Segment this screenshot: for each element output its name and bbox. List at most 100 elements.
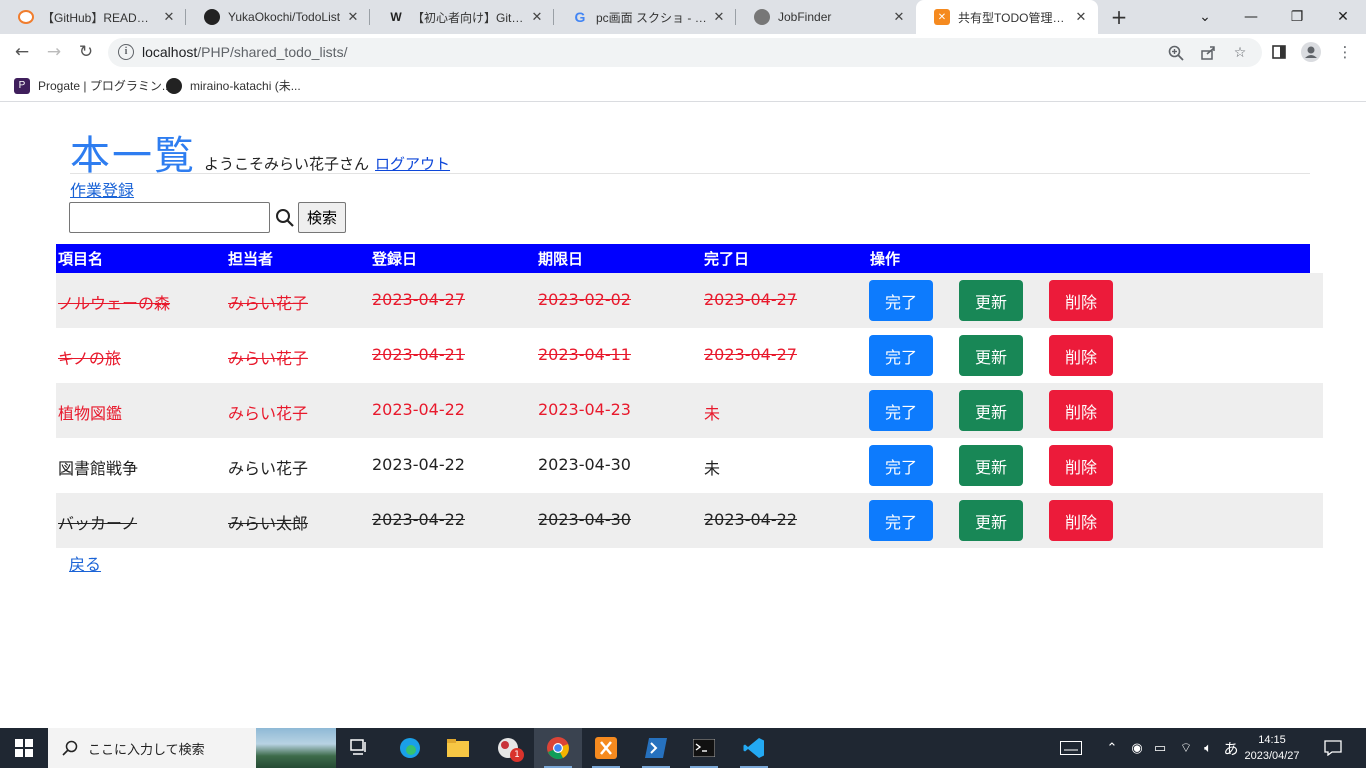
xampp-favicon-icon: ✕ bbox=[934, 9, 950, 25]
register-task-link[interactable]: 作業登録 bbox=[70, 177, 134, 201]
taskbar-search-placeholder: ここに入力して検索 bbox=[88, 742, 205, 758]
delete-button[interactable]: 削除 bbox=[1049, 335, 1113, 376]
tab-google-search[interactable]: G pc画面 スクショ - Goog ✕ bbox=[554, 0, 736, 34]
tab-github-todolist[interactable]: YukaOkochi/TodoList ✕ bbox=[186, 0, 370, 34]
back-arrow-icon[interactable]: ← bbox=[9, 39, 35, 65]
header-assignee: 担当者 bbox=[228, 250, 274, 268]
app-badge-icon[interactable]: 1 bbox=[484, 728, 532, 768]
close-icon[interactable]: ✕ bbox=[162, 9, 176, 25]
close-icon[interactable]: ✕ bbox=[346, 9, 360, 25]
cell-completed: 未 bbox=[704, 404, 721, 423]
windows-start-icon[interactable] bbox=[0, 728, 48, 768]
welcome-text: ようこそみらい花子さん bbox=[204, 155, 370, 173]
update-button[interactable]: 更新 bbox=[959, 280, 1023, 321]
cell-registered: 2023-04-22 bbox=[372, 510, 465, 529]
chrome-icon[interactable] bbox=[534, 728, 582, 768]
table-row: バッカーノ みらい太郎 2023-04-22 2023-04-30 2023-0… bbox=[56, 493, 1323, 548]
battery-icon[interactable]: ▭ bbox=[1150, 728, 1170, 768]
window-close-button[interactable]: ✕ bbox=[1320, 0, 1366, 34]
close-icon[interactable]: ✕ bbox=[530, 9, 544, 25]
volume-icon[interactable]: 🔈︎ bbox=[1198, 728, 1218, 768]
edge-icon[interactable] bbox=[386, 728, 434, 768]
complete-button[interactable]: 完了 bbox=[869, 500, 933, 541]
profile-avatar-icon[interactable] bbox=[1300, 41, 1322, 63]
taskbar-clock[interactable]: 14:15 2023/04/27 bbox=[1240, 732, 1304, 764]
file-explorer-icon[interactable] bbox=[434, 728, 482, 768]
chevron-up-icon[interactable]: ⌃ bbox=[1102, 728, 1122, 768]
new-tab-button[interactable]: + bbox=[1106, 4, 1132, 30]
address-bar[interactable]: i localhost/PHP/shared_todo_lists/ ☆ bbox=[108, 38, 1262, 67]
header-item-name: 項目名 bbox=[58, 250, 104, 268]
tab-github-beginner[interactable]: W 【初心者向け】GitHubの ✕ bbox=[370, 0, 554, 34]
table-row: ノルウェーの森 みらい花子 2023-04-27 2023-02-02 2023… bbox=[56, 273, 1323, 328]
share-icon[interactable] bbox=[1198, 43, 1218, 63]
search-icon[interactable] bbox=[274, 207, 296, 229]
update-button[interactable]: 更新 bbox=[959, 500, 1023, 541]
cell-item: ノルウェーの森 bbox=[58, 294, 171, 313]
forward-arrow-icon[interactable]: → bbox=[41, 39, 67, 65]
cell-assignee: みらい花子 bbox=[228, 459, 309, 478]
search-input[interactable] bbox=[69, 202, 270, 233]
tab-search-button[interactable]: ⌄ bbox=[1182, 0, 1228, 34]
cell-completed: 2023-04-22 bbox=[704, 510, 797, 529]
tab-readme[interactable]: 【GitHub】READMEって何 ✕ bbox=[0, 0, 186, 34]
close-icon[interactable]: ✕ bbox=[892, 9, 906, 25]
side-panel-icon[interactable] bbox=[1268, 41, 1290, 63]
close-icon[interactable]: ✕ bbox=[1074, 9, 1088, 25]
terminal-icon[interactable] bbox=[680, 728, 728, 768]
logout-link[interactable]: ログアウト bbox=[375, 153, 450, 174]
cell-item: 図書館戦争 bbox=[58, 459, 139, 478]
cell-deadline: 2023-04-30 bbox=[538, 510, 631, 529]
bookmark-label: Progate | プログラミン... bbox=[38, 79, 172, 93]
bookmark-miraino[interactable]: miraino-katachi (未... bbox=[166, 77, 301, 94]
vscode-icon[interactable] bbox=[730, 728, 778, 768]
complete-button[interactable]: 完了 bbox=[869, 335, 933, 376]
bookmark-star-icon[interactable]: ☆ bbox=[1230, 43, 1250, 63]
tab-title: 【GitHub】READMEって何 bbox=[42, 10, 158, 25]
maximize-button[interactable]: ❐ bbox=[1274, 0, 1320, 34]
complete-button[interactable]: 完了 bbox=[869, 390, 933, 431]
bookmark-progate[interactable]: P Progate | プログラミン... bbox=[14, 77, 172, 94]
notification-center-icon[interactable] bbox=[1318, 728, 1348, 768]
search-button[interactable]: 検索 bbox=[298, 202, 347, 233]
cell-completed: 2023-04-27 bbox=[704, 345, 797, 364]
xampp-icon[interactable] bbox=[582, 728, 630, 768]
reload-icon[interactable]: ↻ bbox=[73, 39, 99, 65]
cell-item: 植物図鑑 bbox=[58, 404, 123, 423]
back-link[interactable]: 戻る bbox=[69, 551, 101, 575]
meet-now-icon[interactable]: ◉ bbox=[1128, 728, 1146, 768]
search-icon bbox=[62, 740, 78, 756]
complete-button[interactable]: 完了 bbox=[869, 445, 933, 486]
cell-deadline: 2023-04-23 bbox=[538, 400, 631, 419]
delete-button[interactable]: 削除 bbox=[1049, 500, 1113, 541]
site-info-icon[interactable]: i bbox=[118, 44, 134, 60]
delete-button[interactable]: 削除 bbox=[1049, 445, 1113, 486]
cell-registered: 2023-04-27 bbox=[372, 290, 465, 309]
taskbar-search-box[interactable]: ここに入力して検索 bbox=[48, 728, 336, 768]
zoom-icon[interactable] bbox=[1166, 43, 1186, 63]
kebab-menu-icon[interactable]: ⋮ bbox=[1334, 41, 1356, 63]
cell-item: バッカーノ bbox=[58, 514, 138, 533]
tab-title: YukaOkochi/TodoList bbox=[228, 10, 341, 24]
tab-shared-todo[interactable]: ✕ 共有型TODO管理アプリ ✕ bbox=[916, 0, 1098, 34]
update-button[interactable]: 更新 bbox=[959, 335, 1023, 376]
table-row: 植物図鑑 みらい花子 2023-04-22 2023-04-23 未 完了 更新… bbox=[56, 383, 1323, 438]
tab-jobfinder[interactable]: JobFinder ✕ bbox=[736, 0, 916, 34]
minimize-button[interactable]: — bbox=[1228, 0, 1274, 34]
update-button[interactable]: 更新 bbox=[959, 445, 1023, 486]
table-header: 項目名 担当者 登録日 期限日 完了日 操作 bbox=[56, 244, 1310, 273]
cell-deadline: 2023-02-02 bbox=[538, 290, 631, 309]
github-favicon-icon bbox=[204, 9, 220, 25]
complete-button[interactable]: 完了 bbox=[869, 280, 933, 321]
browser-toolbar: ← → ↻ i localhost/PHP/shared_todo_lists/… bbox=[0, 34, 1366, 70]
keyboard-icon[interactable] bbox=[1056, 728, 1086, 768]
delete-button[interactable]: 削除 bbox=[1049, 280, 1113, 321]
wifi-icon[interactable]: ⌔ bbox=[1176, 728, 1196, 768]
close-icon[interactable]: ✕ bbox=[712, 9, 726, 25]
ime-indicator[interactable]: あ bbox=[1220, 728, 1242, 768]
url-text[interactable]: localhost/PHP/shared_todo_lists/ bbox=[142, 44, 347, 60]
powershell-icon[interactable] bbox=[632, 728, 680, 768]
task-view-icon[interactable] bbox=[336, 728, 384, 768]
delete-button[interactable]: 削除 bbox=[1049, 390, 1113, 431]
update-button[interactable]: 更新 bbox=[959, 390, 1023, 431]
